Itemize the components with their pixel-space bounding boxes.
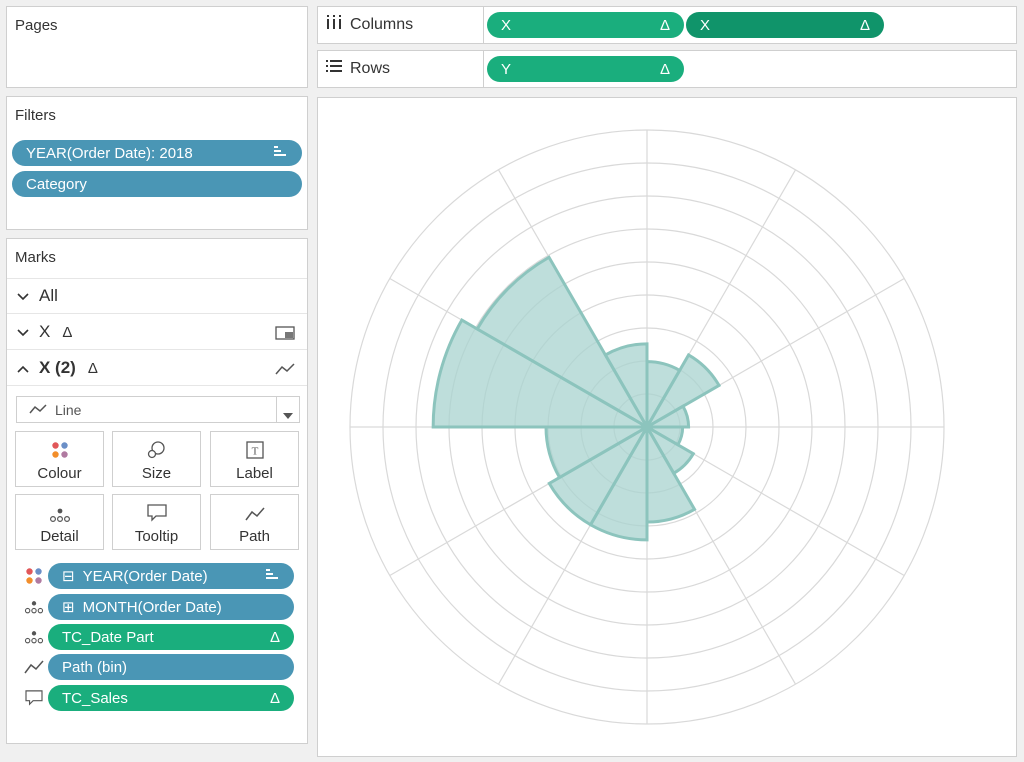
delta-icon: Δ <box>659 60 670 78</box>
pill-label: Y <box>501 60 512 78</box>
colour-icon <box>23 565 45 587</box>
columns-icon <box>326 15 342 34</box>
field-pill-path-bin[interactable]: Path (bin) <box>48 654 294 680</box>
pages-panel: Pages <box>6 6 308 88</box>
expand-icon: ⊞ <box>62 599 75 616</box>
marks-row-all[interactable]: All <box>7 279 307 314</box>
delta-icon: Δ <box>269 628 280 646</box>
top-strip <box>0 0 1024 5</box>
square-mark-icon <box>275 325 295 345</box>
pill-label: X <box>700 16 711 34</box>
line-icon <box>29 402 47 418</box>
marks-row-label: X (2) <box>39 358 76 377</box>
marks-row-label: All <box>39 286 58 305</box>
sort-icon <box>274 145 288 162</box>
size-button[interactable]: Size <box>112 431 201 487</box>
pages-title: Pages <box>15 17 58 34</box>
rows-shelf: Rows Y Δ <box>317 50 1017 88</box>
grid-spoke <box>675 442 905 577</box>
filters-panel: Filters YEAR(Order Date): 2018 Category <box>6 96 308 230</box>
tooltip-label: Tooltip <box>134 528 179 545</box>
delta-icon: Δ <box>269 689 280 707</box>
marks-title: Marks <box>7 239 307 279</box>
tooltip-button[interactable]: Tooltip <box>112 494 201 550</box>
marks-row-x[interactable]: X Δ <box>7 315 307 350</box>
collapse-icon: ⊟ <box>62 568 75 585</box>
columns-pill-x[interactable]: X Δ <box>487 12 684 38</box>
field-pill-label: TC_Date Part <box>62 628 154 646</box>
shelf-divider <box>483 7 484 43</box>
rows-icon <box>326 59 342 78</box>
filter-pill-category[interactable]: Category <box>12 171 302 197</box>
path-icon <box>244 507 265 521</box>
label-icon: T <box>245 441 264 459</box>
label-button[interactable]: T Label <box>210 431 299 487</box>
chevron-down-icon <box>17 324 33 340</box>
line-mark-icon <box>275 361 295 381</box>
field-pill-tc-date-part[interactable]: TC_Date Part Δ <box>48 624 294 650</box>
mark-type-dropdown[interactable]: Line <box>16 396 300 423</box>
tooltip-icon <box>23 687 45 709</box>
delta-icon: Δ <box>87 359 98 377</box>
delta-icon: Δ <box>659 16 670 34</box>
detail-icon <box>23 626 45 648</box>
marks-panel: Marks All X Δ X (2) Δ Line Colour Size T… <box>6 238 308 744</box>
colour-label: Colour <box>37 465 82 482</box>
rows-pill-y[interactable]: Y Δ <box>487 56 684 82</box>
field-pill-label: MONTH(Order Date) <box>82 599 222 616</box>
radial-chart <box>349 129 945 725</box>
size-label: Size <box>141 465 172 482</box>
columns-label: Columns <box>350 15 414 33</box>
label-label: Label <box>236 465 273 482</box>
field-pill-month[interactable]: ⊞ MONTH(Order Date) <box>48 594 294 620</box>
filter-pill-label: Category <box>26 175 87 193</box>
tooltip-icon <box>146 504 167 522</box>
marks-row-x2[interactable]: X (2) Δ <box>7 351 307 386</box>
chevron-up-icon <box>17 360 33 376</box>
rows-shelf-label: Rows <box>326 59 390 78</box>
view-canvas[interactable] <box>317 97 1017 757</box>
size-icon <box>147 441 165 459</box>
detail-icon <box>49 508 70 522</box>
dropdown-divider <box>276 397 277 422</box>
field-pill-text: ⊞ MONTH(Order Date) <box>62 598 222 616</box>
path-icon <box>23 656 45 678</box>
delta-icon: Δ <box>62 323 73 341</box>
field-pill-label: YEAR(Order Date) <box>82 568 208 585</box>
columns-shelf-label: Columns <box>326 15 413 34</box>
detail-button[interactable]: Detail <box>15 494 104 550</box>
caret-down-icon <box>283 406 293 422</box>
filter-pill-year[interactable]: YEAR(Order Date): 2018 <box>12 140 302 166</box>
svg-text:T: T <box>251 446 258 458</box>
field-pill-label: Path (bin) <box>62 658 128 676</box>
field-pill-year[interactable]: ⊟ YEAR(Order Date) <box>48 563 294 589</box>
filters-title: Filters <box>15 107 56 124</box>
delta-icon: Δ <box>859 16 870 34</box>
field-pill-tc-sales[interactable]: TC_Sales Δ <box>48 685 294 711</box>
mark-type-label: Line <box>55 401 82 418</box>
path-label: Path <box>239 528 270 545</box>
detail-icon <box>23 596 45 618</box>
sort-icon <box>266 568 280 585</box>
marks-row-label: X <box>39 322 51 341</box>
petal-group <box>431 255 722 542</box>
shelf-divider <box>483 51 484 87</box>
columns-shelf: Columns X Δ X Δ <box>317 6 1017 44</box>
field-pill-label: TC_Sales <box>62 689 128 707</box>
rows-label: Rows <box>350 59 391 77</box>
chevron-down-icon <box>17 288 33 304</box>
filter-pill-label: YEAR(Order Date): 2018 <box>26 144 193 162</box>
pill-label: X <box>501 16 512 34</box>
colour-button[interactable]: Colour <box>15 431 104 487</box>
colour-icon <box>51 442 68 458</box>
path-button[interactable]: Path <box>210 494 299 550</box>
field-pill-text: ⊟ YEAR(Order Date) <box>62 567 208 585</box>
columns-pill-x2[interactable]: X Δ <box>686 12 884 38</box>
detail-label: Detail <box>40 528 79 545</box>
